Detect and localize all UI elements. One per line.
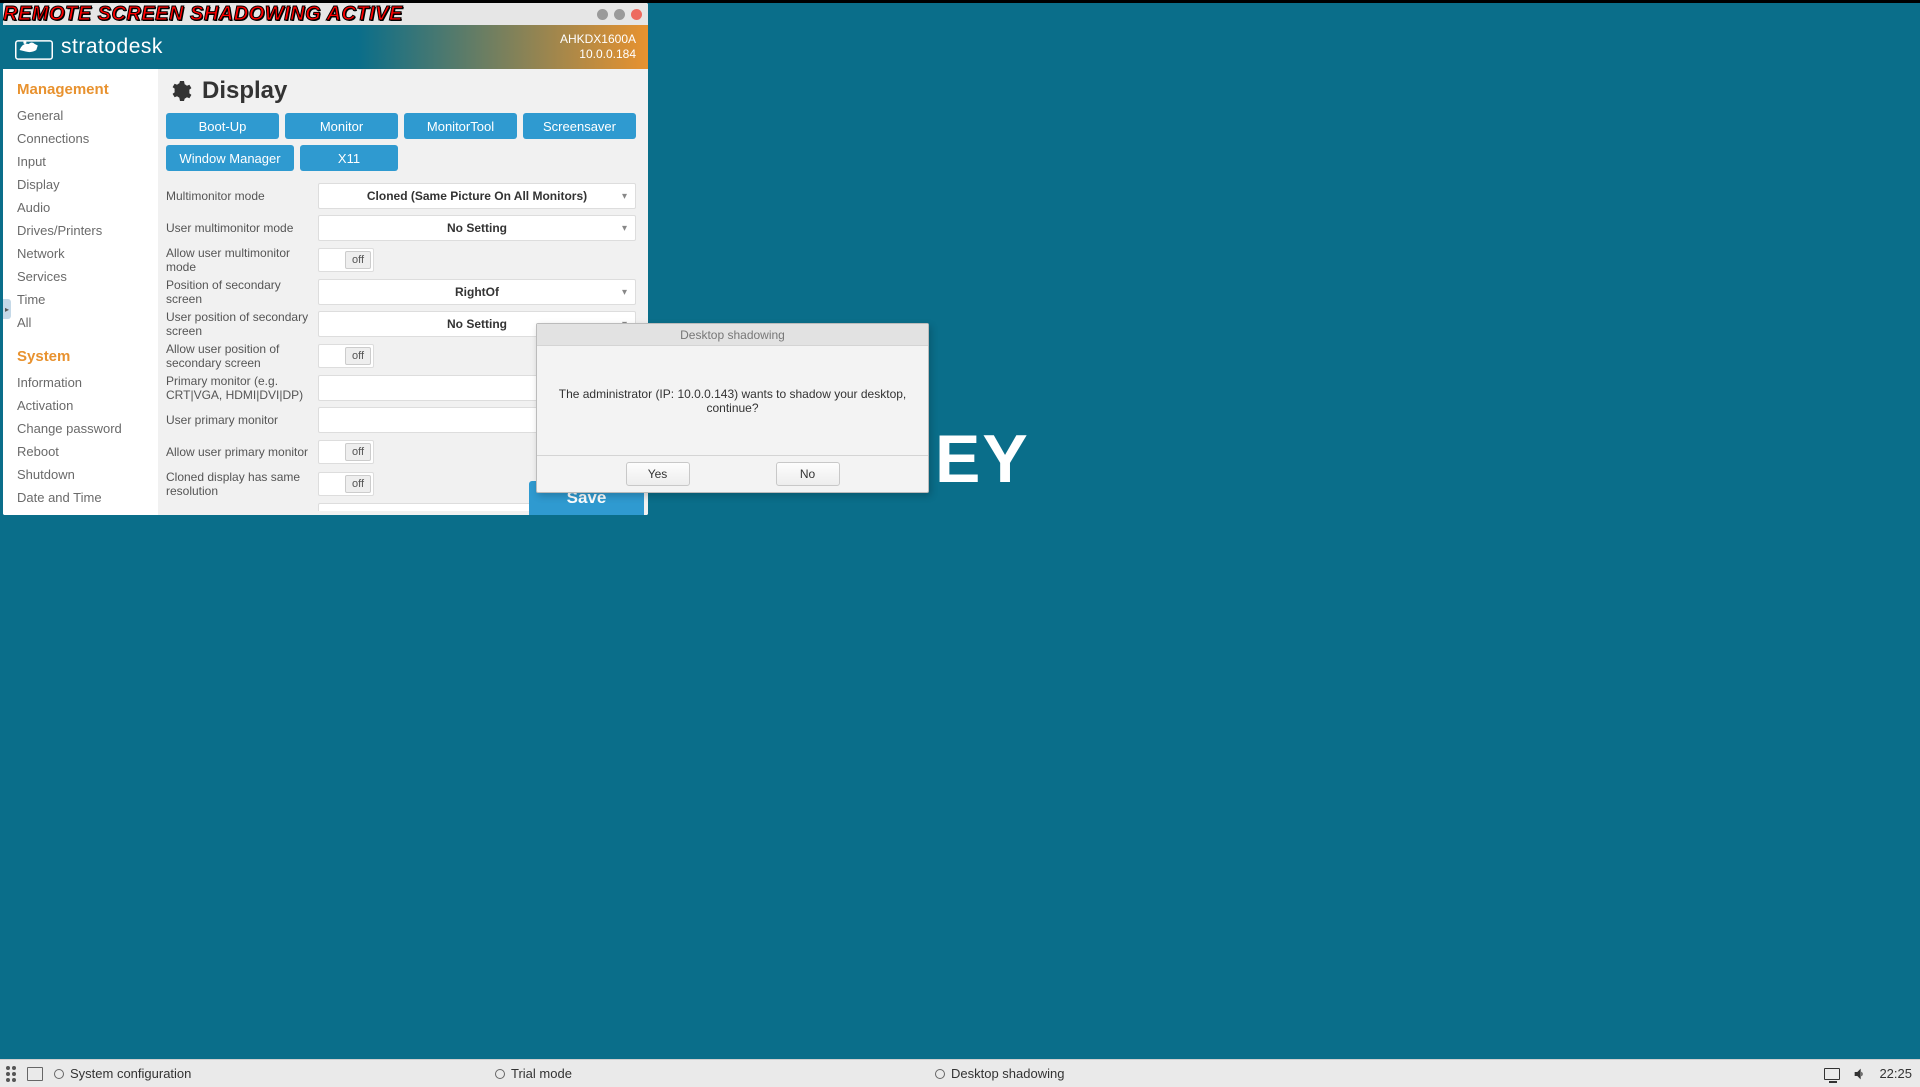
toggle-allow-user-multimonitor-mode[interactable]: off — [318, 248, 374, 272]
label-position-secondary: Position of secondary screen — [166, 278, 318, 306]
taskbar-item-label: System configuration — [70, 1066, 191, 1081]
sidebar-item-change-password[interactable]: Change password — [3, 417, 158, 440]
label-cloned-same-resolution: Cloned display has same resolution — [166, 470, 318, 498]
display-tray-icon[interactable] — [1823, 1065, 1841, 1083]
brand-name: stratodesk — [61, 35, 163, 59]
toggle-cloned-same-resolution[interactable]: off — [318, 472, 374, 496]
sidebar-item-connections[interactable]: Connections — [3, 127, 158, 150]
sidebar-item-reboot[interactable]: Reboot — [3, 440, 158, 463]
host-name: AHKDX1600A — [560, 32, 636, 47]
radio-icon — [935, 1069, 945, 1079]
window-minimize-icon[interactable] — [597, 9, 608, 20]
dialog-no-button[interactable]: No — [776, 462, 840, 486]
sidebar-item-general[interactable]: General — [3, 104, 158, 127]
page-title: Display — [202, 77, 287, 105]
sidebar-item-activation[interactable]: Activation — [3, 394, 158, 417]
toggle-knob: off — [345, 443, 371, 461]
remote-shadowing-banner: REMOTE SCREEN SHADOWING ACTIVE — [0, 3, 403, 26]
dialog-message: The administrator (IP: 10.0.0.143) wants… — [537, 346, 928, 456]
taskbar-item-desktop-shadowing[interactable]: Desktop shadowing — [935, 1066, 1064, 1081]
toggle-knob: off — [345, 475, 371, 493]
toggle-allow-user-primary-monitor[interactable]: off — [318, 440, 374, 464]
label-screen-rotation: Screen rotation — [166, 509, 318, 511]
label-allow-user-multimonitor-mode: Allow user multimonitor mode — [166, 246, 318, 274]
dialog-yes-button[interactable]: Yes — [626, 462, 690, 486]
host-ip: 10.0.0.184 — [560, 47, 636, 62]
gear-icon — [168, 79, 192, 103]
taskbar-item-label: Trial mode — [511, 1066, 572, 1081]
sidebar-header-system: System — [3, 344, 158, 371]
dropdown-position-secondary[interactable]: RightOf — [318, 279, 636, 305]
label-primary-monitor: Primary monitor (e.g. CRT|VGA, HDMI|DVI|… — [166, 374, 318, 402]
tab-row: Boot-Up Monitor MonitorTool Screensaver … — [166, 113, 640, 171]
sidebar-item-information[interactable]: Information — [3, 371, 158, 394]
volume-tray-icon[interactable] — [1851, 1065, 1869, 1083]
sidebar-item-all[interactable]: All — [3, 311, 158, 334]
taskbar-clock[interactable]: 22:25 — [1879, 1066, 1912, 1081]
sidebar-item-time[interactable]: Time — [3, 288, 158, 311]
radio-icon — [495, 1069, 505, 1079]
sidebar-item-input[interactable]: Input — [3, 150, 158, 173]
taskbar-item-trial-mode[interactable]: Trial mode — [495, 1066, 572, 1081]
host-info: AHKDX1600A 10.0.0.184 — [560, 32, 636, 62]
sidebar-item-shutdown[interactable]: Shutdown — [3, 463, 158, 486]
window-close-icon[interactable] — [631, 9, 642, 20]
taskbar-item-label: Desktop shadowing — [951, 1066, 1064, 1081]
sidebar-item-network[interactable]: Network — [3, 242, 158, 265]
tab-screensaver[interactable]: Screensaver — [523, 113, 636, 139]
label-allow-user-position-secondary: Allow user position of secondary screen — [166, 342, 318, 370]
toggle-knob: off — [345, 251, 371, 269]
dropdown-user-multimonitor-mode[interactable]: No Setting — [318, 215, 636, 241]
label-user-primary-monitor: User primary monitor — [166, 413, 318, 427]
sidebar-item-drives-printers[interactable]: Drives/Printers — [3, 219, 158, 242]
label-allow-user-primary-monitor: Allow user primary monitor — [166, 445, 318, 459]
sidebar-item-display[interactable]: Display — [3, 173, 158, 196]
stratodesk-logo-icon — [15, 33, 53, 61]
label-multimonitor-mode: Multimonitor mode — [166, 189, 318, 203]
sidebar-expand-handle[interactable]: ▸ — [3, 299, 11, 319]
sidebar: Management General Connections Input Dis… — [3, 69, 158, 515]
tab-bootup[interactable]: Boot-Up — [166, 113, 279, 139]
window-maximize-icon[interactable] — [614, 9, 625, 20]
sidebar-item-date-time[interactable]: Date and Time — [3, 486, 158, 509]
brand-header: stratodesk AHKDX1600A 10.0.0.184 — [3, 25, 648, 69]
desktop-background-text: EY — [935, 420, 1030, 498]
label-user-position-secondary: User position of secondary screen — [166, 310, 318, 338]
desktop-shadowing-dialog: Desktop shadowing The administrator (IP:… — [536, 323, 929, 493]
dialog-title: Desktop shadowing — [537, 324, 928, 346]
sidebar-item-services[interactable]: Services — [3, 265, 158, 288]
sidebar-header-management: Management — [3, 77, 158, 104]
toggle-knob: off — [345, 347, 371, 365]
taskbar-item-system-configuration[interactable]: System configuration — [54, 1066, 191, 1081]
tab-window-manager[interactable]: Window Manager — [166, 145, 294, 171]
label-user-multimonitor-mode: User multimonitor mode — [166, 221, 318, 235]
dropdown-multimonitor-mode[interactable]: Cloned (Same Picture On All Monitors) — [318, 183, 636, 209]
tab-monitor[interactable]: Monitor — [285, 113, 398, 139]
tab-x11[interactable]: X11 — [300, 145, 398, 171]
sidebar-item-audio[interactable]: Audio — [3, 196, 158, 219]
radio-icon — [54, 1069, 64, 1079]
app-menu-icon[interactable] — [6, 1066, 16, 1082]
show-desktop-icon[interactable] — [26, 1065, 44, 1083]
taskbar: System configuration Trial mode Desktop … — [0, 1059, 1920, 1087]
tab-monitortool[interactable]: MonitorTool — [404, 113, 517, 139]
toggle-allow-user-position-secondary[interactable]: off — [318, 344, 374, 368]
sidebar-item-firmware-update[interactable]: Firmware update — [3, 509, 158, 515]
